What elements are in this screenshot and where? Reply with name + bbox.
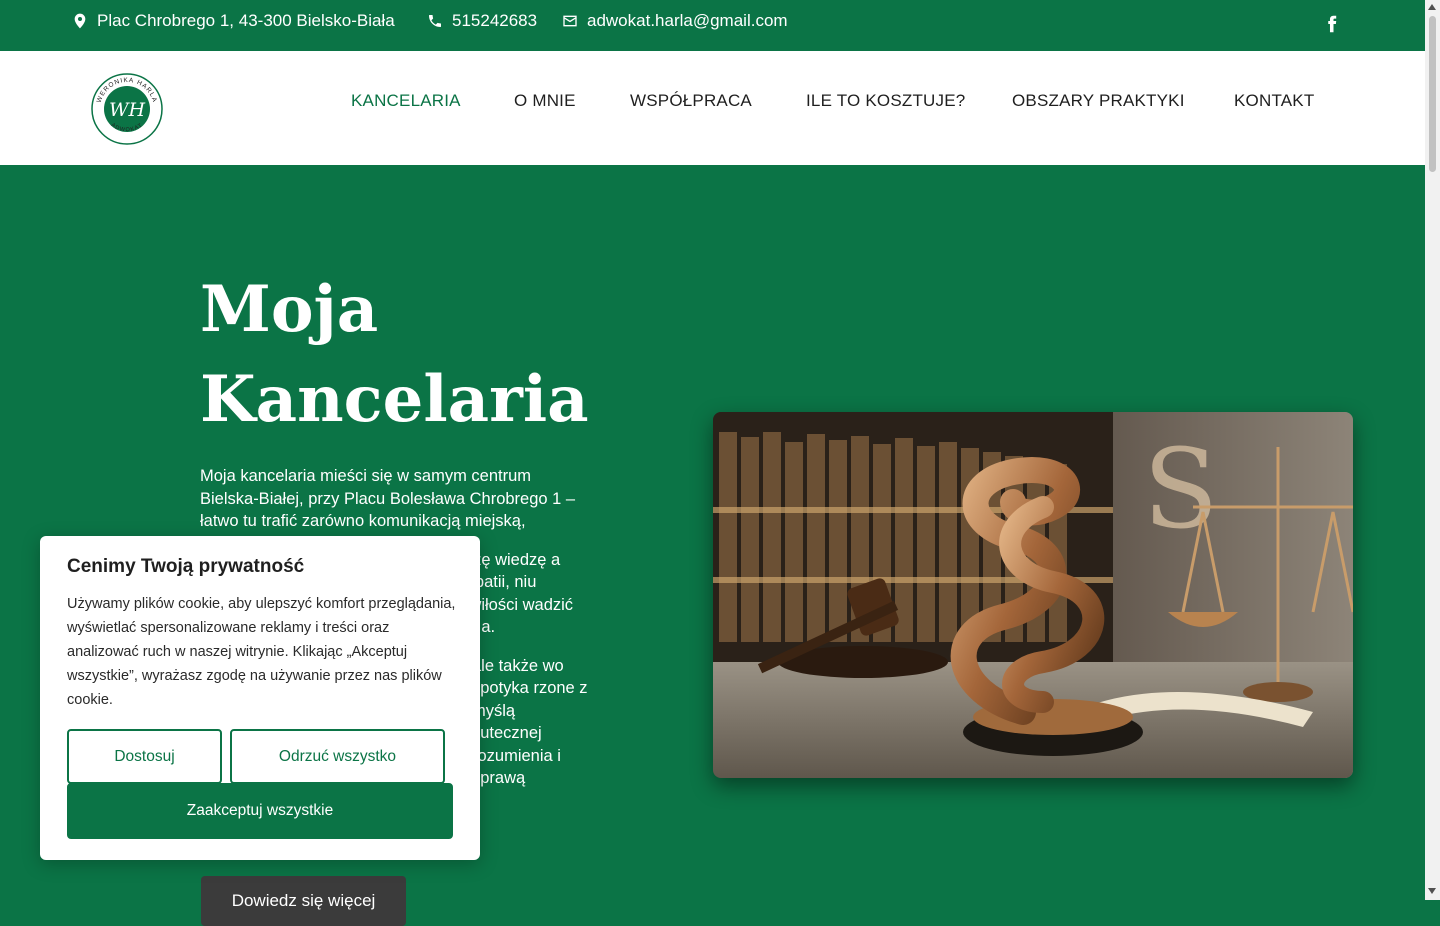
- nav-item-kontakt[interactable]: KONTAKT: [1234, 91, 1314, 111]
- nav-item-kancelaria[interactable]: KANCELARIA: [351, 91, 461, 111]
- phone-icon: [429, 15, 441, 27]
- accept-all-button[interactable]: Zaakceptuj wszystkie: [67, 783, 453, 839]
- nav-item-ile-to-kosztuje[interactable]: ILE TO KOSZTUJE?: [806, 91, 965, 111]
- phone-item[interactable]: 515242683: [427, 11, 537, 31]
- site-header: WH WERONIKA HARLA ADWOKAT KANCELARIA O M…: [0, 51, 1425, 165]
- logo-monogram: WH: [109, 99, 146, 121]
- cookie-body: Używamy plików cookie, aby ulepszyć komf…: [67, 596, 456, 708]
- hero-title: Moja Kancelaria: [200, 265, 620, 445]
- scroll-thumb[interactable]: [1429, 16, 1436, 172]
- hero-paragraph-1: Moja kancelaria mieści się w samym centr…: [200, 467, 576, 530]
- facebook-icon[interactable]: [1323, 13, 1341, 35]
- logo[interactable]: WH WERONIKA HARLA ADWOKAT: [90, 72, 164, 146]
- email-text: adwokat.harla@gmail.com: [587, 11, 788, 30]
- address-text: Plac Chrobrego 1, 43-300 Bielsko-Biała: [97, 11, 395, 30]
- scroll-up-arrow-icon[interactable]: [1428, 4, 1436, 10]
- reject-all-button[interactable]: Odrzuć wszystko: [230, 729, 445, 784]
- learn-more-button[interactable]: Dowiedz się więcej: [201, 876, 406, 926]
- top-contact-bar: Plac Chrobrego 1, 43-300 Bielsko-Biała 5…: [0, 0, 1425, 51]
- nav-item-obszary-praktyki[interactable]: OBSZARY PRAKTYKI: [1012, 91, 1185, 111]
- cookie-consent-dialog: Cenimy Twoją prywatność Używamy plików c…: [40, 536, 480, 860]
- customize-button[interactable]: Dostosuj: [67, 729, 222, 784]
- nav-item-o-mnie[interactable]: O MNIE: [514, 91, 576, 111]
- email-item[interactable]: adwokat.harla@gmail.com: [562, 11, 788, 31]
- scroll-down-arrow-icon[interactable]: [1428, 888, 1436, 894]
- map-pin-icon: [74, 13, 86, 29]
- envelope-icon: [563, 15, 577, 27]
- address-item[interactable]: Plac Chrobrego 1, 43-300 Bielsko-Biała: [72, 11, 395, 31]
- page-scrollbar[interactable]: [1425, 0, 1440, 900]
- hero-title-line1: Moja: [200, 272, 379, 347]
- nav-item-wspolpraca[interactable]: WSPÓŁPRACA: [630, 91, 752, 111]
- hero-title-line2: Kancelaria: [200, 362, 589, 437]
- cookie-title: Cenimy Twoją prywatność: [67, 556, 305, 577]
- law-office-image: S: [713, 412, 1353, 778]
- phone-text: 515242683: [452, 11, 538, 30]
